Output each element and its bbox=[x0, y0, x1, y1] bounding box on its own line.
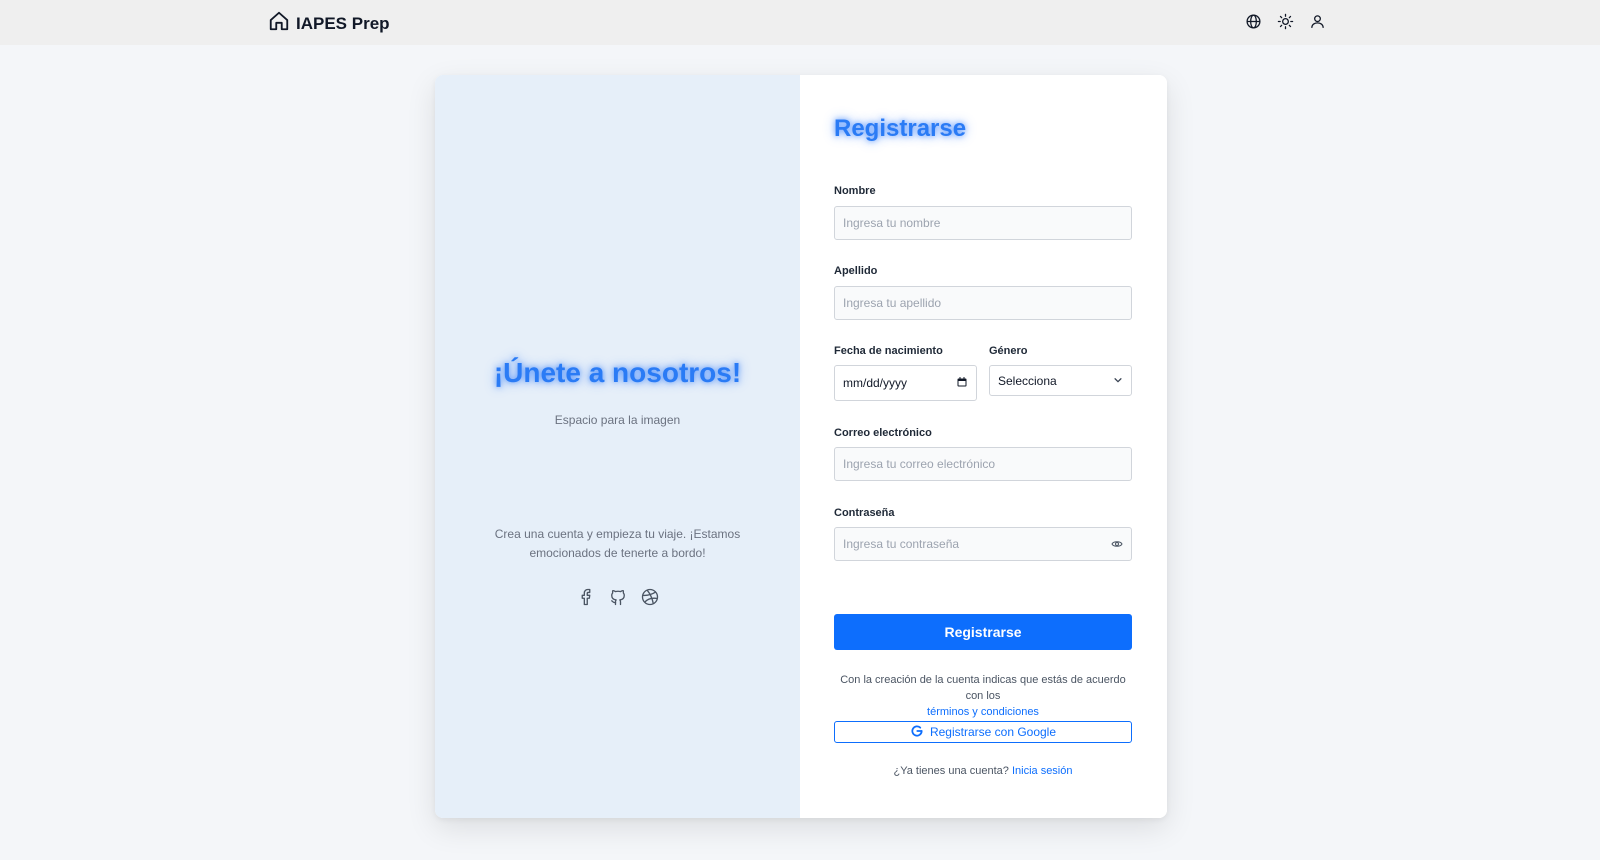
login-prompt-row: ¿Ya tienes una cuenta? Inicia sesión bbox=[834, 765, 1132, 777]
google-register-label: Registrarse con Google bbox=[929, 725, 1057, 739]
github-icon[interactable] bbox=[608, 587, 628, 607]
form-title: Registrarse bbox=[834, 115, 967, 142]
register-form: Registrarse Nombre Apellido Fecha de nac… bbox=[800, 75, 1167, 818]
google-icon bbox=[910, 724, 924, 741]
facebook-icon[interactable] bbox=[576, 587, 596, 607]
first-name-label: Nombre bbox=[834, 185, 876, 197]
eye-icon[interactable] bbox=[1111, 537, 1125, 551]
login-prompt: ¿Ya tienes una cuenta? bbox=[893, 765, 1009, 777]
welcome-heading: ¡Únete a nosotros! bbox=[493, 357, 742, 388]
google-register-button[interactable]: Registrarse con Google bbox=[834, 721, 1132, 743]
user-icon[interactable] bbox=[1308, 12, 1326, 30]
welcome-panel: ¡Únete a nosotros! Espacio para la image… bbox=[435, 75, 800, 818]
gender-label: Género bbox=[989, 345, 1028, 357]
password-label: Contraseña bbox=[834, 507, 895, 519]
email-input[interactable] bbox=[834, 447, 1132, 481]
gender-select[interactable]: Selecciona bbox=[989, 365, 1132, 396]
top-actions bbox=[1244, 12, 1326, 30]
last-name-label: Apellido bbox=[834, 265, 878, 277]
social-links bbox=[435, 587, 800, 607]
email-label: Correo electrónico bbox=[834, 427, 932, 439]
brand-name: IAPES Prep bbox=[296, 13, 390, 33]
dribbble-icon[interactable] bbox=[640, 587, 660, 607]
terms-text: Con la creación de la cuenta indicas que… bbox=[840, 674, 1126, 702]
calendar-icon[interactable] bbox=[956, 376, 968, 391]
gender-selected-value: Selecciona bbox=[998, 373, 1057, 388]
welcome-description: Crea una cuenta y empieza tu viaje. ¡Est… bbox=[494, 527, 741, 560]
globe-icon[interactable] bbox=[1244, 12, 1262, 30]
birth-date-value: mm/dd/yyyy bbox=[843, 376, 908, 390]
top-navbar: IAPES Prep bbox=[0, 0, 1600, 45]
register-card: ¡Únete a nosotros! Espacio para la image… bbox=[435, 75, 1167, 818]
home-icon bbox=[268, 10, 290, 37]
image-placeholder: Espacio para la imagen bbox=[554, 413, 681, 427]
terms-notice: Con la creación de la cuenta indicas que… bbox=[834, 672, 1132, 720]
chevron-down-icon bbox=[1113, 374, 1123, 388]
register-button[interactable]: Registrarse bbox=[834, 614, 1132, 650]
terms-link[interactable]: términos y condiciones bbox=[927, 706, 1039, 718]
birth-date-label: Fecha de nacimiento bbox=[834, 345, 943, 357]
brand-link[interactable]: IAPES Prep bbox=[268, 10, 390, 37]
last-name-input[interactable] bbox=[834, 286, 1132, 320]
birth-date-input[interactable]: mm/dd/yyyy bbox=[834, 365, 977, 401]
password-input[interactable] bbox=[834, 527, 1132, 561]
sun-icon[interactable] bbox=[1276, 12, 1294, 30]
login-link[interactable]: Inicia sesión bbox=[1012, 765, 1073, 777]
first-name-input[interactable] bbox=[834, 206, 1132, 240]
